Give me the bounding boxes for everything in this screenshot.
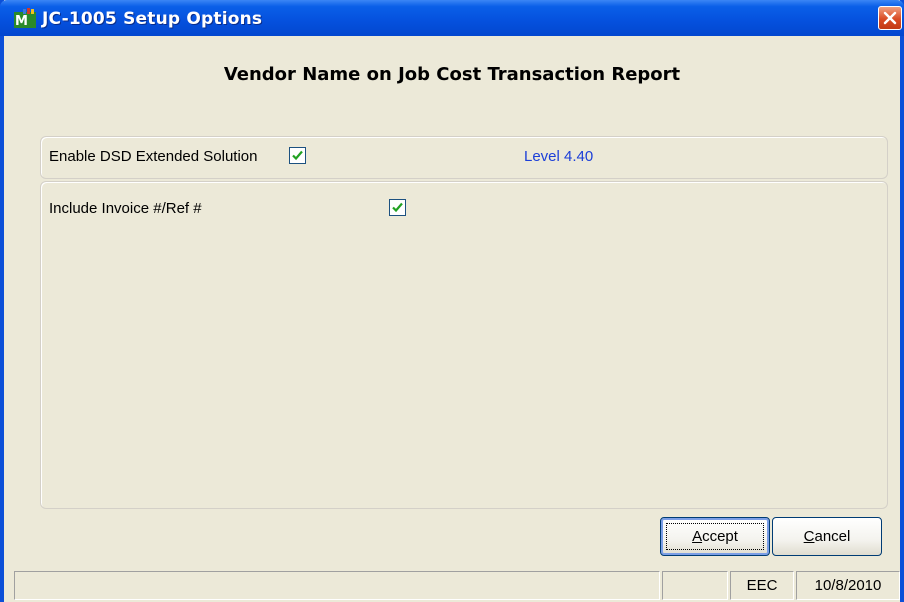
enable-dsd-label: Enable DSD Extended Solution <box>49 148 258 165</box>
include-invoice-checkbox[interactable] <box>389 199 406 216</box>
page-heading: Vendor Name on Job Cost Transaction Repo… <box>223 64 681 85</box>
enable-dsd-checkbox[interactable] <box>289 147 306 164</box>
close-button[interactable] <box>878 6 902 30</box>
svg-text:M: M <box>15 14 28 28</box>
window-title: JC-1005 Setup Options <box>42 9 263 29</box>
status-company: EEC <box>730 571 794 600</box>
status-bar: EEC 10/8/2010 <box>8 571 900 602</box>
check-icon <box>292 150 303 161</box>
title-bar[interactable]: M JC-1005 Setup Options <box>0 0 904 36</box>
setup-options-window: M JC-1005 Setup Options Vendor Name on J… <box>0 0 904 602</box>
close-icon <box>883 11 897 25</box>
app-icon: M <box>14 8 36 29</box>
status-date: 10/8/2010 <box>796 571 900 600</box>
options-group <box>40 181 888 509</box>
cancel-label: ancel <box>814 528 851 545</box>
cancel-button[interactable]: Cancel <box>772 517 882 556</box>
accept-button[interactable]: Accept <box>660 517 770 556</box>
check-icon <box>392 202 403 213</box>
include-invoice-label: Include Invoice #/Ref # <box>49 200 202 217</box>
focus-rect <box>666 523 764 550</box>
cancel-hotkey: C <box>803 528 815 545</box>
status-message <box>14 571 660 600</box>
level-label: Level 4.40 <box>524 148 594 165</box>
status-panel-empty <box>662 571 728 600</box>
